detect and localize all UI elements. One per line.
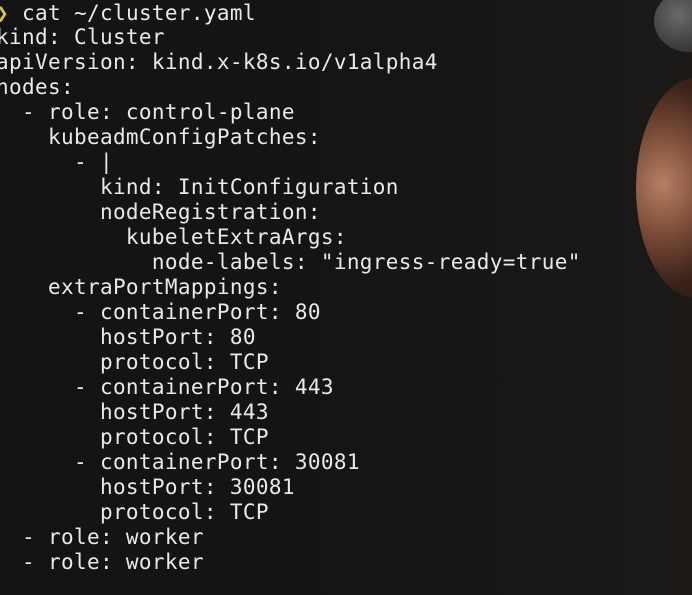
- command-prompt-line: ❯ cat ~/cluster.yaml: [0, 1, 256, 26]
- wallpaper-figure: [632, 0, 692, 300]
- yaml-line: - containerPort: 443: [0, 375, 334, 399]
- yaml-line: - role: worker: [0, 525, 204, 549]
- yaml-line: - containerPort: 30081: [0, 450, 360, 474]
- yaml-line: - role: control-plane: [0, 100, 295, 124]
- yaml-line: nodeRegistration:: [0, 200, 321, 224]
- yaml-line: extraPortMappings:: [0, 275, 282, 299]
- terminal-window[interactable]: ❯ cat ~/cluster.yaml kind: Cluster apiVe…: [0, 0, 692, 595]
- yaml-line: - |: [0, 150, 113, 174]
- yaml-line: kubeadmConfigPatches:: [0, 125, 321, 149]
- yaml-line: protocol: TCP: [0, 350, 269, 374]
- wallpaper-figure-ear: [654, 0, 692, 52]
- yaml-line: - role: worker: [0, 550, 204, 574]
- yaml-line: protocol: TCP: [0, 500, 269, 524]
- wallpaper-figure-head: [636, 78, 692, 298]
- yaml-line: kubeletExtraArgs:: [0, 225, 347, 249]
- yaml-line: kind: InitConfiguration: [0, 175, 399, 199]
- prompt-arrow-icon: ❯: [0, 1, 9, 25]
- yaml-line: nodes:: [0, 75, 74, 99]
- prompt-command: cat ~/cluster.yaml: [22, 1, 256, 25]
- yaml-line: node-labels: "ingress-ready=true": [0, 250, 581, 274]
- yaml-line: protocol: TCP: [0, 425, 269, 449]
- yaml-line: hostPort: 80: [0, 325, 256, 349]
- yaml-line: kind: Cluster: [0, 25, 165, 49]
- yaml-line: hostPort: 443: [0, 400, 269, 424]
- yaml-line: apiVersion: kind.x-k8s.io/v1alpha4: [0, 50, 438, 74]
- yaml-line: - containerPort: 80: [0, 300, 321, 324]
- yaml-line: hostPort: 30081: [0, 475, 295, 499]
